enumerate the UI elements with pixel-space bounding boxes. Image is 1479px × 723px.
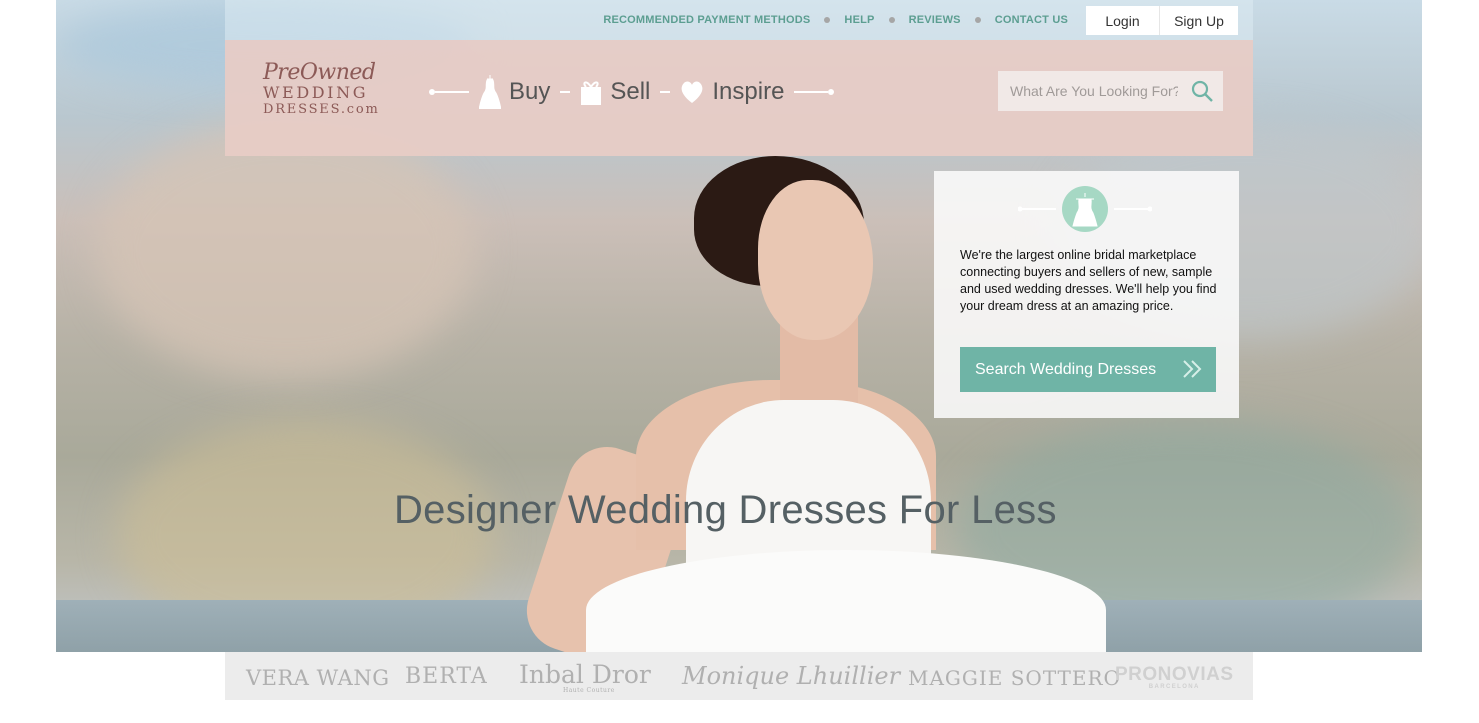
double-chevron-icon	[1182, 359, 1204, 384]
brand-vera-wang[interactable]: VERA WANG	[246, 666, 390, 690]
brand-berta[interactable]: BERTA	[405, 664, 488, 689]
hanger-dress-icon	[1017, 185, 1153, 233]
main-nav: Buy Sell Inspire	[429, 75, 835, 109]
nav-buy[interactable]: Buy	[479, 75, 550, 109]
dress-icon	[479, 75, 501, 109]
logo-line-3: DRESSES.com	[263, 102, 380, 117]
brand-pronovias[interactable]: PRONOVIAS BARCELONA	[1115, 664, 1234, 690]
intro-text: We're the largest online bridal marketpl…	[960, 248, 1217, 313]
search-icon[interactable]	[1191, 80, 1213, 107]
separator-dot	[824, 17, 831, 23]
nav-inspire[interactable]: Inspire	[680, 78, 784, 106]
heart-icon	[680, 81, 704, 103]
top-links: RECOMMENDED PAYMENT METHODS HELP REVIEWS…	[603, 14, 1068, 26]
logo-line-1: PreOwned	[263, 60, 376, 85]
nav-sell-label: Sell	[610, 78, 651, 105]
site-logo[interactable]: PreOwned WEDDING DRESSES.com	[263, 60, 383, 126]
nav-inspire-label: Inspire	[712, 78, 785, 105]
nav-line	[660, 91, 671, 93]
nav-line-end	[828, 89, 835, 95]
hero-headline: Designer Wedding Dresses For Less	[394, 488, 1057, 532]
main-header: PreOwned WEDDING DRESSES.com Buy Sell In…	[225, 40, 1253, 156]
top-utility-bar: RECOMMENDED PAYMENT METHODS HELP REVIEWS…	[225, 0, 1253, 40]
nav-line	[794, 91, 829, 93]
logo-line-2: WEDDING	[263, 83, 369, 102]
brand-inbal-dror[interactable]: Inbal Dror Haute Couture	[519, 660, 651, 694]
nav-line	[560, 91, 571, 93]
brand-pronovias-name: PRONOVIAS	[1115, 664, 1234, 685]
intro-panel: We're the largest online bridal marketpl…	[934, 171, 1239, 418]
search-input[interactable]	[998, 83, 1178, 99]
nav-line	[435, 91, 469, 93]
separator-dot	[974, 17, 981, 23]
signup-button[interactable]: Sign Up	[1160, 6, 1238, 35]
search-box	[998, 71, 1223, 111]
help-link[interactable]: HELP	[844, 14, 874, 26]
cta-label: Search Wedding Dresses	[975, 360, 1157, 378]
designer-logos-strip: VERA WANG BERTA Inbal Dror Haute Couture…	[225, 652, 1253, 700]
brand-inbal-name: Inbal Dror	[519, 660, 651, 689]
contact-link[interactable]: CONTACT US	[995, 14, 1068, 26]
gift-icon	[580, 79, 602, 105]
nav-buy-label: Buy	[509, 78, 551, 105]
reviews-link[interactable]: REVIEWS	[909, 14, 961, 26]
brand-maggie-sottero[interactable]: MAGGIE SOTTERO	[908, 666, 1121, 690]
separator-dot	[888, 17, 895, 23]
nav-sell[interactable]: Sell	[580, 78, 650, 106]
login-button[interactable]: Login	[1086, 6, 1160, 35]
payment-methods-link[interactable]: RECOMMENDED PAYMENT METHODS	[603, 14, 810, 26]
brand-monique-lhuillier[interactable]: Monique Lhuillier	[682, 662, 900, 690]
auth-buttons: Login Sign Up	[1086, 6, 1238, 35]
search-wedding-dresses-button[interactable]: Search Wedding Dresses	[960, 347, 1216, 392]
